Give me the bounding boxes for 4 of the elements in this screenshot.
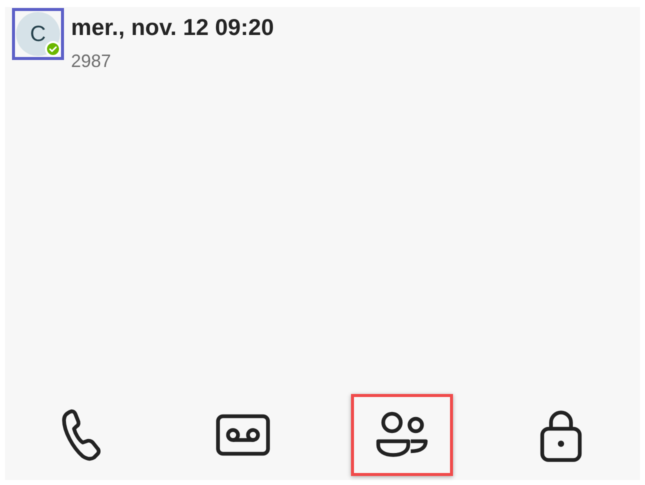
- avatar[interactable]: C: [12, 8, 64, 60]
- date-time-title: mer., nov. 12 09:20: [71, 14, 274, 41]
- extension-number: 2987: [71, 51, 112, 72]
- contacts-tab[interactable]: [350, 394, 453, 476]
